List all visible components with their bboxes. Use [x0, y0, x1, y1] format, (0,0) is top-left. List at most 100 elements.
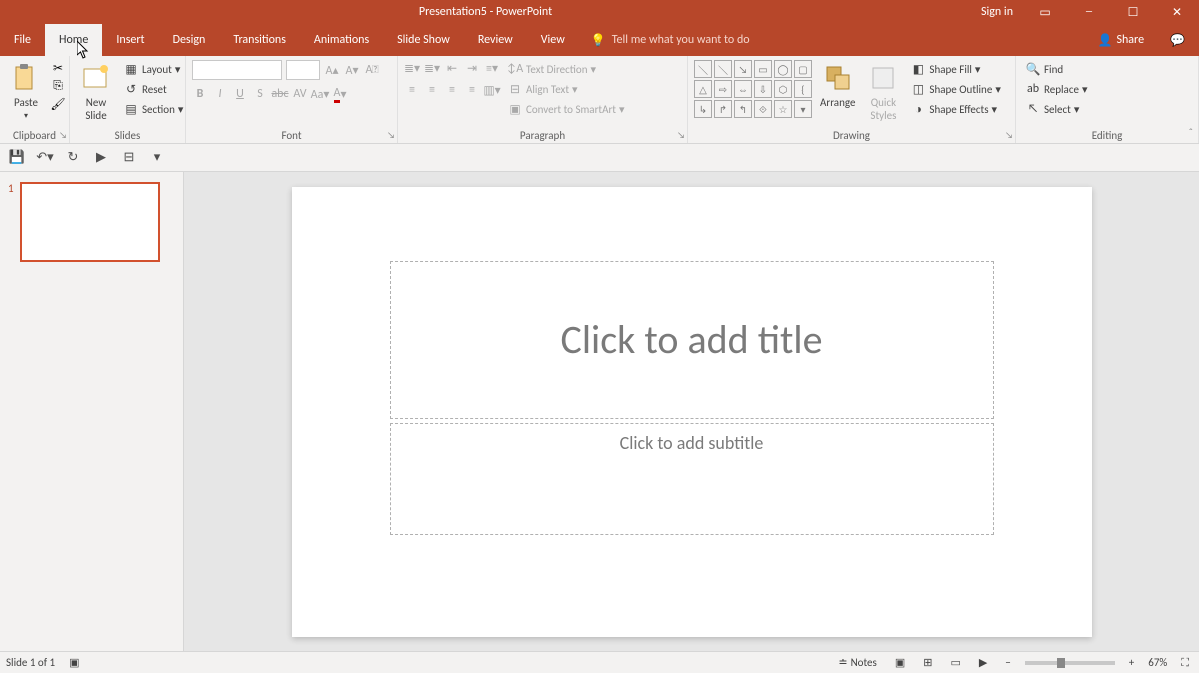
close-button[interactable]: ✕: [1155, 0, 1199, 24]
zoom-level[interactable]: 67%: [1148, 656, 1167, 669]
increase-font-icon[interactable]: A▴: [324, 62, 340, 78]
shape-line2-icon[interactable]: ＼: [714, 60, 732, 78]
align-center-icon[interactable]: ≡: [424, 82, 440, 98]
shape-effects-button[interactable]: ◑Shape Effects ▾: [907, 100, 1003, 118]
font-family-combo[interactable]: [192, 60, 282, 80]
shape-triangle-icon[interactable]: △: [694, 80, 712, 98]
decrease-font-icon[interactable]: A▾: [344, 62, 360, 78]
shape-callout-icon[interactable]: ⟐: [754, 100, 772, 118]
slide-canvas-area[interactable]: Click to add title Click to add subtitle: [184, 172, 1199, 651]
undo-icon[interactable]: ↶▾: [36, 149, 54, 167]
cut-icon[interactable]: ✂: [50, 60, 66, 76]
subtitle-placeholder[interactable]: Click to add subtitle: [390, 423, 994, 535]
ribbon-display-options-icon[interactable]: ▭: [1023, 0, 1067, 24]
slide-count-label[interactable]: Slide 1 of 1: [6, 656, 55, 669]
shape-outline-button[interactable]: ◫Shape Outline ▾: [907, 80, 1003, 98]
format-painter-icon[interactable]: 🖌: [50, 96, 66, 112]
shape-arrow-lr-icon[interactable]: ⇔: [734, 80, 752, 98]
tab-home[interactable]: Home: [45, 24, 102, 56]
tab-view[interactable]: View: [527, 24, 579, 56]
shape-brace-icon[interactable]: {: [794, 80, 812, 98]
shape-oval-icon[interactable]: ◯: [774, 60, 792, 78]
zoom-slider[interactable]: [1025, 661, 1115, 665]
italic-button[interactable]: I: [212, 86, 228, 102]
shape-line3-icon[interactable]: ↘: [734, 60, 752, 78]
slide-thumbnail-1[interactable]: [20, 182, 160, 262]
convert-smartart-button[interactable]: ▣Convert to SmartArt ▾: [504, 100, 628, 118]
shape-arrow-down-icon[interactable]: ⇩: [754, 80, 772, 98]
share-button[interactable]: 👤 Share: [1086, 24, 1157, 56]
slide-sorter-view-icon[interactable]: ⊞: [919, 656, 936, 669]
copy-icon[interactable]: ⎘: [50, 78, 66, 94]
shape-hexagon-icon[interactable]: ⬡: [774, 80, 792, 98]
tab-insert[interactable]: Insert: [102, 24, 158, 56]
decrease-indent-icon[interactable]: ⇤: [444, 60, 460, 76]
shape-star-icon[interactable]: ☆: [774, 100, 792, 118]
notes-button[interactable]: ≐ Notes: [834, 656, 880, 669]
title-placeholder[interactable]: Click to add title: [390, 261, 994, 419]
line-spacing-icon[interactable]: ≡▾: [484, 60, 500, 76]
save-icon[interactable]: 💾: [8, 149, 26, 167]
clipboard-launcher-icon[interactable]: ↘: [59, 130, 67, 141]
tab-review[interactable]: Review: [464, 24, 527, 56]
layout-button[interactable]: ▦Layout ▾: [120, 60, 186, 78]
shape-roundrect-icon[interactable]: ▢: [794, 60, 812, 78]
underline-button[interactable]: U: [232, 86, 248, 102]
fit-to-window-icon[interactable]: ⛶: [1177, 656, 1193, 670]
slideshow-view-icon[interactable]: ▶: [975, 656, 991, 669]
shape-connector2-icon[interactable]: ↱: [714, 100, 732, 118]
tell-me-search[interactable]: 💡 Tell me what you want to do: [579, 24, 762, 56]
strikethrough-button[interactable]: abc: [272, 86, 288, 102]
tab-file[interactable]: File: [0, 24, 45, 56]
numbering-icon[interactable]: ≣▾: [424, 60, 440, 76]
shapes-gallery[interactable]: ＼ ＼ ↘ ▭ ◯ ▢ △ ⇨ ⇔ ⇩ ⬡ { ↳ ↱ ↰ ⟐ ☆ ▾: [694, 60, 812, 118]
shape-arrow-right-icon[interactable]: ⇨: [714, 80, 732, 98]
shape-line-icon[interactable]: ＼: [694, 60, 712, 78]
section-button[interactable]: ▤Section ▾: [120, 100, 186, 118]
shape-rect-icon[interactable]: ▭: [754, 60, 772, 78]
shape-connector1-icon[interactable]: ↳: [694, 100, 712, 118]
slide[interactable]: Click to add title Click to add subtitle: [292, 187, 1092, 637]
shadow-button[interactable]: S: [252, 86, 268, 102]
quick-styles-button[interactable]: Quick Styles: [863, 60, 903, 124]
spell-check-icon[interactable]: ▣: [65, 656, 83, 669]
maximize-button[interactable]: ☐: [1111, 0, 1155, 24]
clear-formatting-icon[interactable]: Aᷤ: [364, 62, 380, 78]
sign-in-link[interactable]: Sign in: [971, 5, 1023, 19]
collapse-ribbon-icon[interactable]: ˆ: [1189, 126, 1193, 139]
paste-button[interactable]: Paste ▾: [6, 60, 46, 123]
replace-button[interactable]: abReplace ▾: [1022, 80, 1090, 98]
shape-more-icon[interactable]: ▾: [794, 100, 812, 118]
normal-view-icon[interactable]: ▣: [891, 656, 909, 669]
select-button[interactable]: ↖Select ▾: [1022, 100, 1090, 118]
font-launcher-icon[interactable]: ↘: [387, 130, 395, 141]
start-from-beginning-icon[interactable]: ▶: [92, 149, 110, 167]
arrange-button[interactable]: Arrange: [816, 60, 859, 111]
change-case-icon[interactable]: Aa▾: [312, 86, 328, 102]
bold-button[interactable]: B: [192, 86, 208, 102]
zoom-out-icon[interactable]: −: [1001, 656, 1014, 669]
char-spacing-icon[interactable]: AV: [292, 86, 308, 102]
bullets-icon[interactable]: ≣▾: [404, 60, 420, 76]
shape-fill-button[interactable]: ◧Shape Fill ▾: [907, 60, 1003, 78]
zoom-in-icon[interactable]: +: [1125, 656, 1138, 669]
tab-design[interactable]: Design: [159, 24, 220, 56]
find-button[interactable]: 🔍Find: [1022, 60, 1090, 78]
paragraph-launcher-icon[interactable]: ↘: [677, 130, 685, 141]
reading-view-icon[interactable]: ▭: [946, 656, 964, 669]
slide-thumbnail-panel[interactable]: 1: [0, 172, 184, 651]
touch-mode-icon[interactable]: ⊟: [120, 149, 138, 167]
font-color-icon[interactable]: A▾: [332, 86, 348, 102]
zoom-slider-handle[interactable]: [1057, 658, 1065, 668]
minimize-button[interactable]: ─: [1067, 0, 1111, 24]
shape-connector3-icon[interactable]: ↰: [734, 100, 752, 118]
align-text-button[interactable]: ⊟Align Text ▾: [504, 80, 628, 98]
comments-button[interactable]: 💬: [1156, 24, 1199, 56]
justify-icon[interactable]: ≡: [464, 82, 480, 98]
new-slide-button[interactable]: New Slide: [76, 60, 116, 124]
drawing-launcher-icon[interactable]: ↘: [1005, 130, 1013, 141]
font-size-combo[interactable]: [286, 60, 320, 80]
redo-icon[interactable]: ↻: [64, 149, 82, 167]
columns-icon[interactable]: ▥▾: [484, 82, 500, 98]
increase-indent-icon[interactable]: ⇥: [464, 60, 480, 76]
